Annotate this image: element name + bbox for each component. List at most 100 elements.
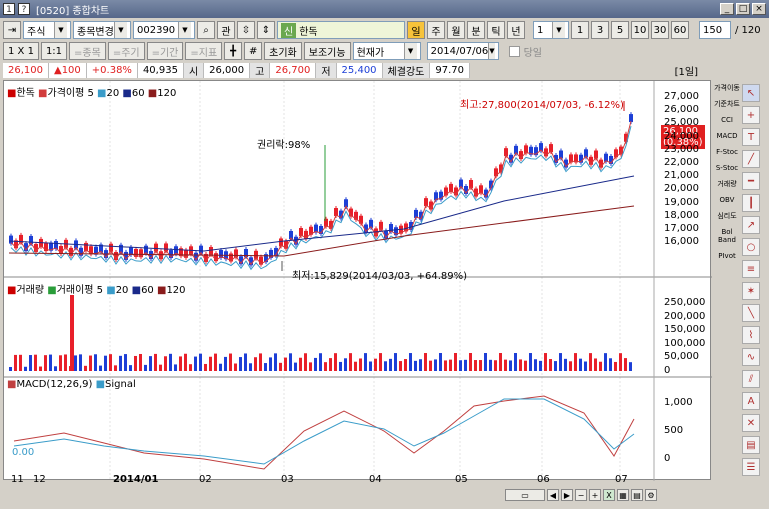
zoom-out-icon[interactable]: − bbox=[575, 489, 587, 501]
stock-cycle-button[interactable]: ⇳ bbox=[237, 21, 255, 39]
trendline-icon[interactable]: ╱ bbox=[742, 150, 760, 168]
quick-period-3[interactable]: 3 bbox=[591, 21, 609, 39]
chart-area[interactable]: ■한독 ■가격이평 5 ■20 ■60 ■120 최고:27,800(2014/… bbox=[3, 80, 712, 481]
search-button[interactable]: ⌕ bbox=[197, 21, 215, 39]
crosshair-icon[interactable]: + bbox=[742, 106, 760, 124]
strength-label: 체결강도 bbox=[382, 63, 431, 78]
daily-tab[interactable]: 일 bbox=[407, 21, 425, 39]
chevron-down-icon[interactable]: ▼ bbox=[178, 22, 191, 38]
zoom-in-icon[interactable]: + bbox=[589, 489, 601, 501]
quick-period-1[interactable]: 1 bbox=[571, 21, 589, 39]
volume-bar bbox=[209, 356, 212, 371]
zigzag-icon[interactable]: ⌇ bbox=[742, 326, 760, 344]
aux-function-button[interactable]: 보조기능 bbox=[303, 42, 351, 60]
price-mode-select[interactable]: 현재가 ▼ bbox=[352, 42, 421, 60]
axis-tick-label: 20,000 bbox=[664, 183, 699, 195]
image-icon[interactable]: ▦ bbox=[617, 489, 629, 501]
count-input[interactable]: 150 bbox=[699, 21, 731, 39]
ray-icon[interactable]: ↗ bbox=[742, 216, 760, 234]
minimize-button[interactable]: _ bbox=[720, 3, 734, 15]
chevron-down-icon[interactable]: ▼ bbox=[114, 22, 127, 38]
chevron-down-icon[interactable]: ▼ bbox=[552, 22, 565, 38]
volume-bar bbox=[614, 361, 617, 371]
quick-period-30[interactable]: 30 bbox=[651, 21, 669, 39]
delete-icon[interactable]: ✕ bbox=[742, 414, 760, 432]
period-tab-year[interactable]: 년 bbox=[507, 21, 525, 39]
chevron-down-icon[interactable]: ▼ bbox=[488, 43, 495, 59]
scroll-left-icon[interactable]: ◀ bbox=[547, 489, 559, 501]
reset-button[interactable]: 초기화 bbox=[264, 42, 302, 60]
volume-bar bbox=[409, 353, 412, 371]
indicator-button[interactable]: MACD bbox=[713, 132, 741, 140]
scrollbar[interactable]: ▭ bbox=[505, 489, 545, 501]
indicator-button[interactable]: PIvot bbox=[713, 252, 741, 260]
indicator-button[interactable]: F-Stoc bbox=[713, 148, 741, 156]
volume-bar bbox=[584, 361, 587, 371]
axis-tick-label: 19,000 bbox=[664, 196, 699, 208]
period-tab-month[interactable]: 월 bbox=[447, 21, 465, 39]
low-value: 25,400 bbox=[336, 63, 383, 78]
period-tab-minute[interactable]: 분 bbox=[467, 21, 485, 39]
channel-icon[interactable]: ⫽ bbox=[742, 370, 760, 388]
settings-icon[interactable]: ☰ bbox=[742, 458, 760, 476]
chevron-down-icon[interactable]: ▼ bbox=[403, 43, 417, 59]
text-icon[interactable]: T bbox=[742, 128, 760, 146]
period-tab-tick[interactable]: 틱 bbox=[487, 21, 505, 39]
volume-bar bbox=[234, 363, 237, 371]
help-icon[interactable]: ? bbox=[18, 3, 30, 15]
tube-button[interactable]: 관 bbox=[217, 21, 235, 39]
mode-select[interactable]: 종목변경 ▼ bbox=[73, 21, 131, 39]
print-icon[interactable]: ▤ bbox=[742, 436, 760, 454]
ratio-button[interactable]: 1:1 bbox=[40, 42, 68, 60]
indicator-button[interactable]: S-Stoc bbox=[713, 164, 741, 172]
crosshair-toggle-icon[interactable]: ╋ bbox=[224, 42, 243, 60]
sync-range-button[interactable]: =기간 bbox=[146, 42, 184, 60]
period-tab-week[interactable]: 주 bbox=[427, 21, 445, 39]
up-down-icon[interactable]: ⇕ bbox=[257, 21, 275, 39]
date-tick-label: 11 bbox=[11, 474, 24, 485]
maximize-button[interactable]: □ bbox=[736, 3, 750, 15]
print-icon[interactable]: ▤ bbox=[631, 489, 643, 501]
date-select[interactable]: 2014/07/06 ▼ bbox=[426, 42, 499, 60]
pin-icon[interactable]: ⇥ bbox=[3, 21, 21, 39]
close-button[interactable]: × bbox=[752, 3, 766, 15]
volume-legend: ■거래량 ■거래이평 5 ■20 ■60 ■120 bbox=[7, 285, 186, 296]
axis-tick-label: 22,000 bbox=[664, 157, 699, 168]
scale-button[interactable]: 1 X 1 bbox=[3, 42, 39, 60]
sync-period-button[interactable]: =주기 bbox=[107, 42, 145, 60]
auto-icon[interactable]: A bbox=[742, 392, 760, 410]
horizontal-line-icon[interactable]: ━ bbox=[742, 172, 760, 190]
quick-period-60[interactable]: 60 bbox=[671, 21, 689, 39]
wave-icon[interactable]: ∿ bbox=[742, 348, 760, 366]
indicator-button[interactable]: 기준차트 bbox=[713, 100, 741, 108]
quick-period-5[interactable]: 5 bbox=[611, 21, 629, 39]
scroll-right-icon[interactable]: ▶ bbox=[561, 489, 573, 501]
indicator-button[interactable]: Bol Band bbox=[713, 228, 741, 244]
gann-icon[interactable]: ✶ bbox=[742, 282, 760, 300]
indicator-button[interactable]: 거래량 bbox=[713, 180, 741, 188]
quote-bar: 26,100 ▲100 +0.38% 40,935 시 26,000 고 26,… bbox=[3, 63, 703, 78]
today-checkbox[interactable] bbox=[508, 45, 520, 57]
period-value-select[interactable]: 1 ▼ bbox=[533, 21, 569, 39]
chevron-down-icon[interactable]: ▼ bbox=[54, 22, 67, 38]
fibonacci-icon[interactable]: ≡ bbox=[742, 260, 760, 278]
indicator-button[interactable]: CCI bbox=[713, 116, 741, 124]
stock-code-input[interactable]: 002390 ▼ bbox=[133, 21, 195, 39]
indicator-button[interactable]: 심리도 bbox=[713, 212, 741, 220]
circle-icon[interactable]: ○ bbox=[742, 238, 760, 256]
grid-toggle-icon[interactable]: # bbox=[244, 42, 263, 60]
andrews-icon[interactable]: ╲ bbox=[742, 304, 760, 322]
stock-name: 한독 bbox=[299, 26, 318, 38]
cursor-icon[interactable]: ↖ bbox=[742, 84, 760, 102]
vertical-line-icon[interactable]: ┃ bbox=[742, 194, 760, 212]
indicator-button[interactable]: 가격이동 bbox=[713, 84, 741, 92]
excel-icon[interactable]: X bbox=[603, 489, 615, 501]
market-select[interactable]: 주식 ▼ bbox=[23, 21, 71, 39]
sync-indicator-button[interactable]: =지표 bbox=[185, 42, 223, 60]
window-menu-icon[interactable]: 1 bbox=[3, 3, 15, 15]
settings-icon[interactable]: ⚙ bbox=[645, 489, 657, 501]
sync-stock-button[interactable]: =종목 bbox=[69, 42, 106, 60]
indicator-button[interactable]: OBV bbox=[713, 196, 741, 204]
volume-bar bbox=[589, 353, 592, 371]
quick-period-10[interactable]: 10 bbox=[631, 21, 649, 39]
